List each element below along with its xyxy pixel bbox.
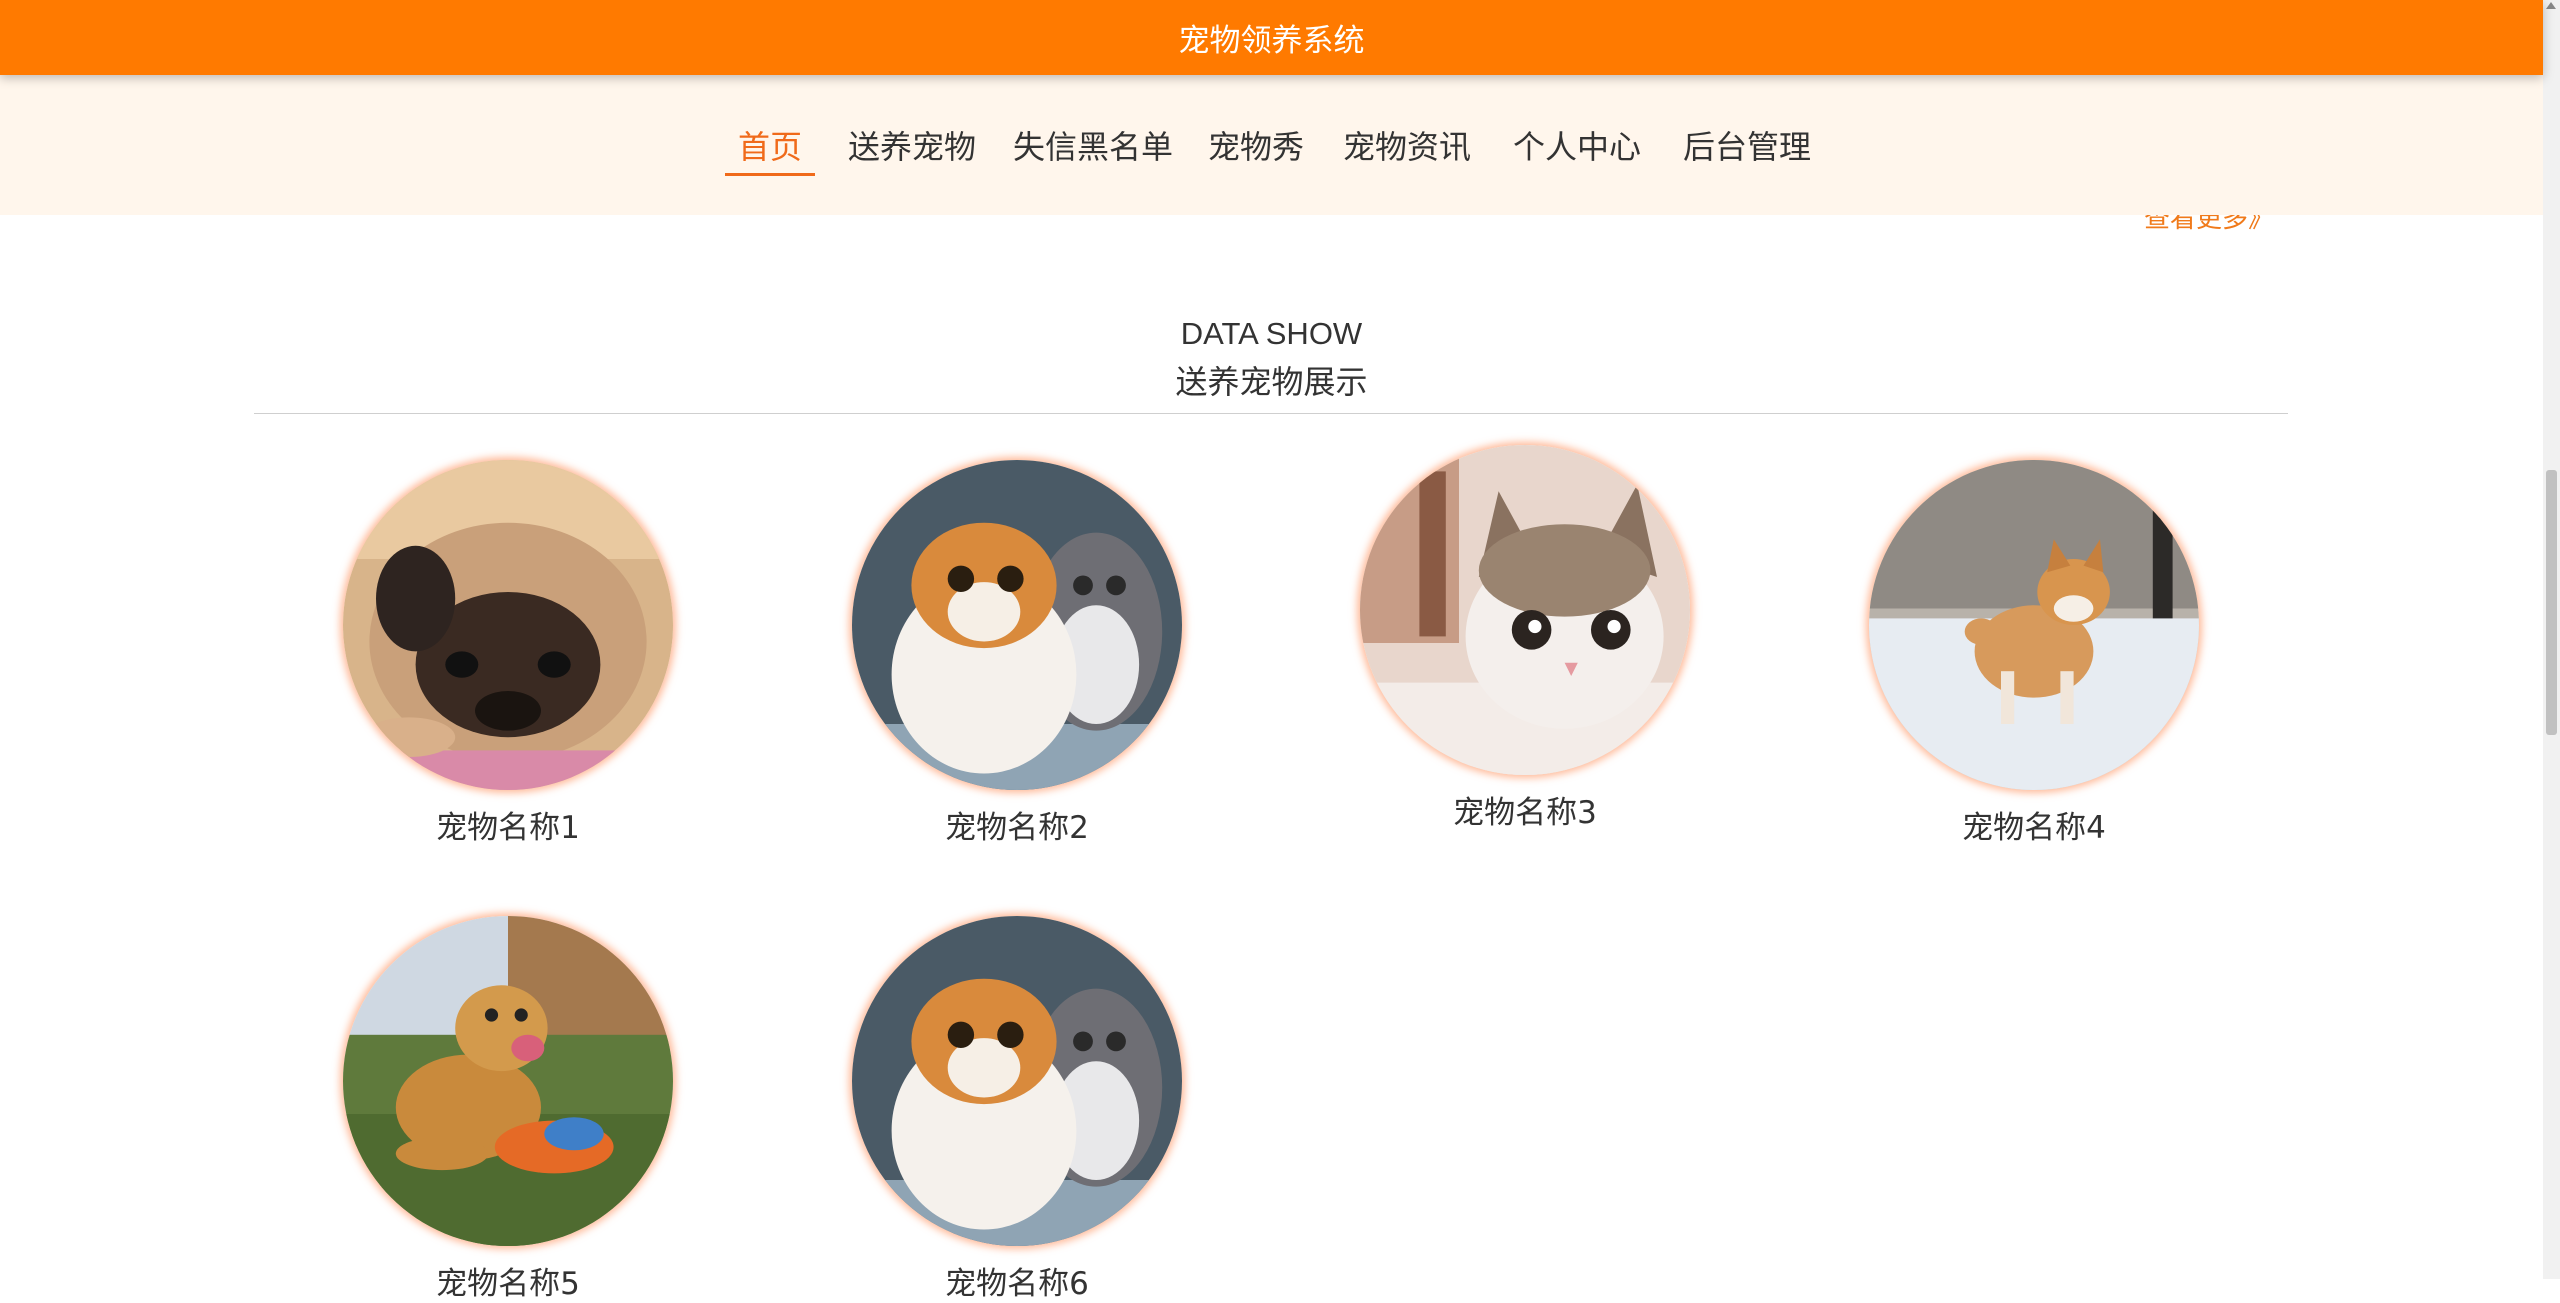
vertical-scrollbar[interactable] [2543,0,2560,1279]
top-header: 宠物领养系统 [0,0,2543,75]
pet-card[interactable]: 宠物名称4 [1864,460,2204,847]
nav-home[interactable]: 首页 [724,122,816,176]
pet-photo[interactable] [1360,445,1690,775]
nav-adoption-pets[interactable]: 送养宠物 [848,122,976,176]
scrollbar-thumb[interactable] [2546,470,2557,735]
pet-photo[interactable] [1869,460,2199,790]
pet-name: 宠物名称6 [945,1266,1089,1302]
pet-name: 宠物名称5 [436,1266,580,1302]
pet-name: 宠物名称2 [945,810,1089,846]
scroll-up-icon[interactable] [2546,2,2556,9]
nav-user-center[interactable]: 个人中心 [1513,122,1641,176]
pet-card[interactable]: 宠物名称5 [338,916,678,1303]
nav-admin[interactable]: 后台管理 [1683,122,1811,176]
nav-pet-show[interactable]: 宠物秀 [1208,122,1304,176]
section-divider [254,413,2288,414]
section-title-en: DATA SHOW [1180,316,1363,351]
pet-card[interactable]: 宠物名称1 [338,460,678,847]
pet-name: 宠物名称1 [436,810,580,846]
pet-photo[interactable] [343,460,673,790]
main-nav: 首页 送养宠物 失信黑名单 宠物秀 宠物资讯 个人中心 后台管理 [0,75,2543,215]
pet-name: 宠物名称4 [1962,810,2106,846]
nav-pet-news[interactable]: 宠物资讯 [1343,122,1471,176]
pet-photo[interactable] [852,460,1182,790]
pet-photo[interactable] [343,916,673,1246]
pet-card[interactable]: 宠物名称2 [847,460,1187,847]
pet-card[interactable]: 宠物名称6 [847,916,1187,1303]
nav-blacklist[interactable]: 失信黑名单 [1013,122,1173,176]
app-title: 宠物领养系统 [1178,23,1365,59]
pet-name: 宠物名称3 [1453,795,1597,831]
section-title-zh: 送养宠物展示 [1175,363,1368,401]
pet-card[interactable]: 宠物名称3 [1355,445,1695,832]
pet-photo[interactable] [852,916,1182,1246]
